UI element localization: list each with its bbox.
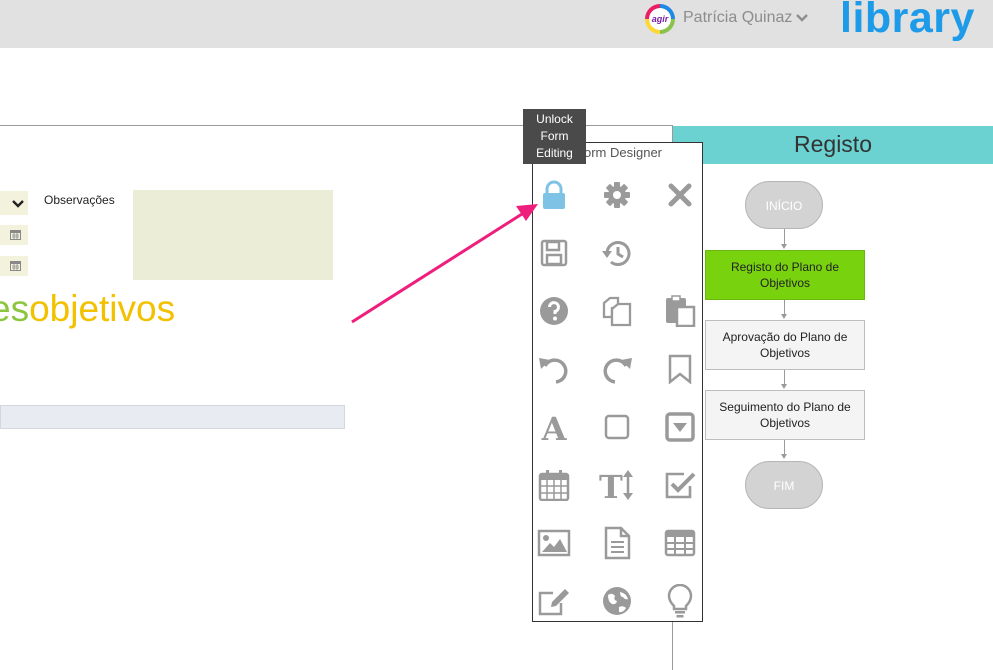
- chevron-down-icon: [12, 200, 24, 208]
- text-height-icon: T: [599, 469, 633, 501]
- form-designer-panel: Form Designer A T: [532, 142, 703, 622]
- undo-icon: [539, 358, 568, 384]
- bookmark-button[interactable]: [660, 349, 700, 389]
- copy-icon: [602, 296, 632, 327]
- calendar-icon: [538, 470, 570, 501]
- bookmark-icon: [668, 354, 692, 384]
- add-dropdown-button[interactable]: [660, 407, 700, 447]
- user-avatar[interactable]: agir: [645, 4, 675, 34]
- connector-arrow-icon: [781, 454, 787, 459]
- chevron-down-icon[interactable]: [795, 11, 809, 25]
- form-title-part2: objetivos: [29, 288, 176, 329]
- observacoes-textarea[interactable]: [133, 190, 333, 280]
- close-button[interactable]: [660, 175, 700, 215]
- lock-icon: [543, 180, 565, 209]
- tips-button[interactable]: [660, 581, 700, 621]
- unlock-form-editing-button[interactable]: [534, 175, 574, 215]
- svg-text:T: T: [599, 469, 623, 501]
- undo-button[interactable]: [534, 349, 574, 389]
- connector-arrow-icon: [781, 244, 787, 249]
- add-box-button[interactable]: [597, 407, 637, 447]
- workflow-connector: [784, 440, 785, 454]
- help-icon: [540, 297, 568, 325]
- calendar-icon: [10, 261, 21, 271]
- help-button[interactable]: [534, 291, 574, 331]
- svg-text:A: A: [541, 411, 568, 443]
- tooltip-line: Form: [540, 129, 569, 143]
- workflow-step[interactable]: Seguimento do Plano de Objetivos: [705, 390, 865, 440]
- add-signature-button[interactable]: [534, 581, 574, 621]
- add-web-button[interactable]: [597, 581, 637, 621]
- add-text-button[interactable]: A: [534, 407, 574, 447]
- add-image-button[interactable]: [534, 523, 574, 563]
- document-icon: [604, 526, 631, 560]
- date-field[interactable]: [0, 256, 28, 276]
- user-name[interactable]: Patrícia Quinaz: [683, 9, 792, 27]
- unlock-tooltip: Unlock Form Editing: [523, 109, 586, 164]
- settings-button[interactable]: [597, 175, 637, 215]
- observacoes-label: Observações: [44, 193, 115, 207]
- close-icon: [668, 183, 692, 207]
- history-button[interactable]: [597, 233, 637, 273]
- table-icon: [664, 529, 696, 557]
- brand-logo[interactable]: library: [840, 0, 975, 43]
- edit-icon: [538, 589, 569, 616]
- add-textarea-button[interactable]: T: [597, 465, 637, 505]
- tooltip-line: Unlock: [536, 112, 573, 126]
- calendar-icon: [10, 230, 21, 240]
- add-date-button[interactable]: [534, 465, 574, 505]
- paste-icon: [666, 295, 696, 327]
- paste-button[interactable]: [660, 291, 700, 331]
- add-table-button[interactable]: [660, 523, 700, 563]
- copy-button[interactable]: [597, 291, 637, 331]
- dropdown-icon: [665, 412, 695, 442]
- top-bar: agir Patrícia Quinaz library: [0, 0, 993, 48]
- add-checkbox-button[interactable]: [660, 465, 700, 505]
- workflow-title: Registo: [673, 126, 993, 164]
- redo-button[interactable]: [597, 349, 637, 389]
- tooltip-line: Editing: [536, 146, 573, 160]
- connector-arrow-icon: [781, 314, 787, 319]
- add-document-button[interactable]: [597, 523, 637, 563]
- workflow-step[interactable]: Aprovação do Plano de Objetivos: [705, 320, 865, 370]
- workflow-connector: [784, 300, 785, 314]
- save-icon: [540, 239, 568, 267]
- date-field[interactable]: [0, 225, 28, 245]
- redo-icon: [603, 358, 632, 384]
- save-button[interactable]: [534, 233, 574, 273]
- lightbulb-icon: [667, 584, 693, 618]
- text-icon: A: [541, 411, 568, 443]
- workflow-connector: [784, 370, 785, 384]
- form-section-bar: [0, 405, 345, 429]
- history-icon: [602, 241, 631, 266]
- globe-icon: [603, 587, 631, 615]
- checkbox-icon: [665, 472, 696, 499]
- connector-arrow-icon: [781, 384, 787, 389]
- form-title-part1: es: [0, 288, 30, 329]
- workflow-connector: [784, 229, 785, 245]
- avatar-logo-text: agir: [649, 8, 671, 30]
- workflow-step[interactable]: Registo do Plano de Objetivos: [705, 250, 865, 300]
- workflow-start-node[interactable]: INÍCIO: [745, 181, 823, 229]
- select-field[interactable]: [0, 191, 28, 215]
- box-icon: [604, 414, 630, 440]
- image-icon: [537, 529, 571, 557]
- workflow-end-node[interactable]: FIM: [745, 461, 823, 509]
- gear-icon: [604, 182, 630, 208]
- form-title: esobjetivos: [0, 288, 175, 330]
